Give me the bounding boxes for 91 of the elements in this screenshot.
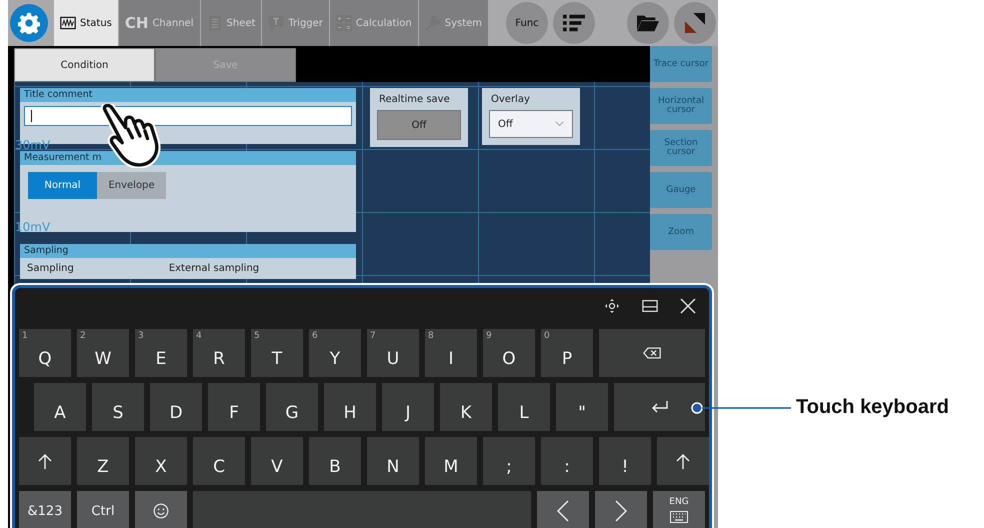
key[interactable]: 0 P [541, 329, 593, 377]
key-hint: 4 [196, 331, 202, 341]
key[interactable]: S [92, 383, 144, 431]
resize-button[interactable] [674, 2, 716, 44]
key[interactable]: ! [599, 437, 651, 485]
panel-header: Title comment [20, 88, 356, 102]
key[interactable]: 6 Y [309, 329, 361, 377]
menu-button[interactable] [553, 2, 595, 44]
key[interactable]: Z [77, 437, 129, 485]
chevron-left-icon [557, 500, 569, 522]
close-button[interactable] [679, 296, 697, 314]
enter-icon [650, 399, 668, 415]
key-hint: 1 [22, 331, 28, 341]
key[interactable]: 4 R [193, 329, 245, 377]
callout-label: Touch keyboard [796, 396, 949, 419]
key-hint: 0 [544, 331, 550, 341]
calculator-icon [336, 15, 352, 31]
key[interactable]: G [266, 383, 318, 431]
diagonal-arrows-icon [684, 13, 706, 33]
settings-button[interactable] [10, 4, 48, 42]
key[interactable]: C [193, 437, 245, 485]
language-key[interactable]: ENG [653, 491, 705, 528]
key[interactable]: M [425, 437, 477, 485]
key[interactable]: 7 U [367, 329, 419, 377]
key-hint: 6 [312, 331, 318, 341]
key[interactable]: N [367, 437, 419, 485]
key[interactable]: 5 T [251, 329, 303, 377]
toggle-button[interactable]: Off [377, 110, 461, 140]
backspace-icon [643, 345, 661, 361]
arrow-key[interactable] [595, 491, 647, 528]
field-label: Sampling [27, 263, 74, 274]
key[interactable]: Ctrl [77, 491, 129, 528]
key[interactable]: ; [483, 437, 535, 485]
folder-button[interactable] [627, 2, 669, 44]
key[interactable]: 2 W [77, 329, 129, 377]
key-hint: 9 [486, 331, 492, 341]
document-icon [206, 15, 222, 31]
chevron-right-icon [615, 500, 627, 522]
gear-icon [18, 12, 40, 34]
key[interactable]: : [541, 437, 593, 485]
sub-tab[interactable]: Condition [14, 48, 155, 82]
dock-icon [642, 298, 658, 314]
mode-option[interactable]: Envelope [97, 172, 166, 199]
key[interactable]: 1 Q [19, 329, 71, 377]
trigger-icon [268, 15, 284, 31]
key[interactable]: 9 O [483, 329, 535, 377]
key[interactable]: V [251, 437, 303, 485]
key-hint: 7 [370, 331, 376, 341]
key[interactable]: 8 I [425, 329, 477, 377]
key[interactable]: H [324, 383, 376, 431]
text-cursor [31, 110, 32, 122]
key[interactable]: A [34, 383, 86, 431]
key[interactable]: B [309, 437, 361, 485]
key[interactable]: K [440, 383, 492, 431]
move-icon [604, 298, 620, 314]
key-hint: 2 [80, 331, 86, 341]
panel-header: Sampling [20, 244, 356, 258]
key[interactable]: " [556, 383, 608, 431]
waveform-icon [60, 15, 76, 31]
key[interactable]: X [135, 437, 187, 485]
move-button[interactable] [603, 296, 621, 314]
emoji-key[interactable] [135, 491, 187, 528]
key[interactable]: J [382, 383, 434, 431]
arrow-key[interactable] [537, 491, 589, 528]
shift-key[interactable] [657, 437, 709, 485]
key[interactable]: D [150, 383, 202, 431]
shift-key[interactable] [19, 437, 71, 485]
folder-icon [637, 13, 659, 33]
key-hint: 8 [428, 331, 434, 341]
mode-option[interactable]: Normal [28, 172, 97, 199]
smiley-icon [152, 503, 170, 519]
key-hint: 5 [254, 331, 260, 341]
chevron-down-icon [555, 121, 564, 127]
language-label: ENG [669, 497, 689, 507]
keyboard-icon [670, 509, 688, 525]
up-arrow-icon [674, 453, 692, 469]
input-field[interactable] [24, 106, 352, 126]
list-icon [563, 13, 585, 33]
dropdown[interactable]: Off [489, 110, 573, 138]
toolbar-tab[interactable]: Status [54, 0, 118, 46]
key[interactable]: &123 [19, 491, 71, 528]
key[interactable]: F [208, 383, 260, 431]
field-value: External sampling [168, 263, 260, 274]
func-button[interactable]: Func [506, 2, 548, 44]
enter-key[interactable] [614, 383, 705, 431]
channel-icon: CH [124, 14, 148, 32]
key-hint: 3 [138, 331, 144, 341]
key[interactable]: 3 E [135, 329, 187, 377]
close-icon [680, 298, 696, 314]
up-arrow-icon [36, 453, 54, 469]
key[interactable]: L [498, 383, 550, 431]
